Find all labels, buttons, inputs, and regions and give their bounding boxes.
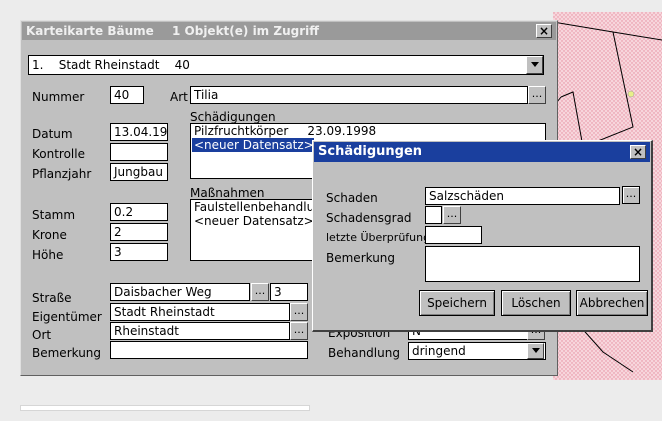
loeschen-label: Löschen: [511, 296, 561, 310]
chevron-down-icon: [530, 62, 539, 67]
schaedigung-new-record: <neuer Datensatz>: [192, 138, 314, 152]
ellipsis-icon: ...: [254, 284, 266, 297]
bottom-panel: [20, 376, 530, 406]
krone-label: Krone: [32, 228, 67, 242]
hausnummer-field[interactable]: 3: [270, 283, 308, 301]
schadensgrad-label: Schadensgrad: [326, 211, 412, 225]
datum-field[interactable]: 13.04.199: [110, 123, 168, 141]
massnahmen-list[interactable]: Faulstellenbehandlung <neuer Datensatz>: [190, 199, 320, 261]
stamm-label: Stamm: [32, 208, 76, 222]
record-selector-value: 1. Stadt Rheinstadt 40: [32, 58, 190, 72]
list-item[interactable]: Faulstellenbehandlung: [194, 200, 319, 214]
art-browse-button[interactable]: ...: [528, 86, 546, 104]
schaden-browse-button[interactable]: ...: [622, 186, 640, 204]
strasse-browse-button[interactable]: ...: [251, 283, 269, 301]
ellipsis-icon: ...: [446, 207, 458, 220]
abbrechen-button[interactable]: Abbrechen: [576, 290, 648, 316]
ort-field[interactable]: Rheinstadt: [110, 322, 290, 340]
close-icon: ×: [538, 24, 550, 38]
behandlung-dropdown-button[interactable]: [527, 343, 544, 359]
ellipsis-icon: ...: [625, 187, 637, 200]
ellipsis-icon: ...: [293, 323, 305, 336]
kontrolle-field[interactable]: [110, 143, 168, 161]
strasse-field[interactable]: Daisbacher Weg: [110, 283, 250, 301]
behandlung-select[interactable]: dringend: [408, 342, 546, 360]
dialog-bemerkung-label: Bemerkung: [326, 251, 396, 265]
window-title: Karteikarte Bäume: [26, 24, 154, 38]
massnahme-item-text: Faulstellenbehandlung: [194, 200, 320, 214]
pflanzjahr-label: Pflanzjahr: [32, 167, 92, 181]
ellipsis-icon: ...: [531, 87, 543, 100]
record-selector[interactable]: 1. Stadt Rheinstadt 40: [28, 55, 544, 75]
ort-label: Ort: [32, 328, 52, 342]
ellipsis-icon: ...: [293, 304, 305, 317]
eigentuemer-field[interactable]: Stadt Rheinstadt: [110, 303, 290, 321]
massnahme-new-record: <neuer Datensatz>: [194, 214, 314, 228]
bemerkung-label: Bemerkung: [32, 346, 102, 360]
dialog-close-button[interactable]: ×: [630, 145, 646, 159]
close-icon: ×: [632, 145, 644, 159]
behandlung-label: Behandlung: [328, 346, 400, 360]
main-close-button[interactable]: ×: [536, 24, 552, 38]
hoehe-field[interactable]: 3: [110, 243, 168, 261]
access-status: 1 Objekt(e) im Zugriff: [172, 24, 319, 38]
nummer-label: Nummer: [32, 90, 85, 104]
pflanzjahr-field[interactable]: Jungbau: [110, 163, 168, 181]
chevron-down-icon: [531, 348, 540, 353]
loeschen-button[interactable]: Löschen: [501, 290, 571, 316]
abbrechen-label: Abbrechen: [579, 296, 645, 310]
krone-field[interactable]: 2: [110, 223, 168, 241]
hoehe-label: Höhe: [32, 248, 64, 262]
letzte-ueberpruefung-field[interactable]: [425, 226, 482, 244]
datum-label: Datum: [32, 127, 73, 141]
schadensgrad-field[interactable]: [425, 206, 442, 224]
eigentuemer-browse-button[interactable]: ...: [290, 303, 308, 321]
speichern-button[interactable]: Speichern: [419, 290, 495, 316]
dialog-titlebar[interactable]: Schädigungen ×: [314, 142, 650, 162]
strasse-label: Straße: [32, 291, 72, 305]
schaden-label: Schaden: [326, 191, 378, 205]
horizontal-scrollbar[interactable]: [20, 405, 310, 411]
massnahmen-label: Maßnahmen: [190, 186, 265, 200]
schadensgrad-browse-button[interactable]: ...: [443, 206, 461, 224]
list-item[interactable]: Pilzfruchtkörper 23.09.1998: [194, 124, 545, 138]
dialog-bemerkung-field[interactable]: [425, 246, 640, 282]
list-item[interactable]: <neuer Datensatz>: [194, 214, 319, 228]
eigentuemer-label: Eigentümer: [32, 310, 102, 324]
art-label: Art: [170, 90, 188, 104]
speichern-label: Speichern: [427, 296, 487, 310]
main-titlebar[interactable]: Karteikarte Bäume 1 Objekt(e) im Zugriff…: [22, 22, 556, 40]
letzte-ueberpruefung-label: letzte Überprüfung: [326, 231, 431, 244]
record-dropdown-button[interactable]: [526, 56, 543, 74]
schaden-field[interactable]: Salzschäden: [425, 187, 620, 205]
dialog-title: Schädigungen: [318, 144, 423, 159]
art-field[interactable]: Tilia: [190, 86, 528, 104]
schaedigungen-label: Schädigungen: [190, 110, 276, 124]
kontrolle-label: Kontrolle: [32, 147, 85, 161]
ort-browse-button[interactable]: ...: [290, 322, 308, 340]
nummer-field[interactable]: 40: [110, 86, 144, 104]
bemerkung-field[interactable]: [110, 341, 308, 359]
stamm-field[interactable]: 0.2: [110, 203, 168, 221]
schaedigung-item-text: Pilzfruchtkörper 23.09.1998: [194, 124, 377, 138]
